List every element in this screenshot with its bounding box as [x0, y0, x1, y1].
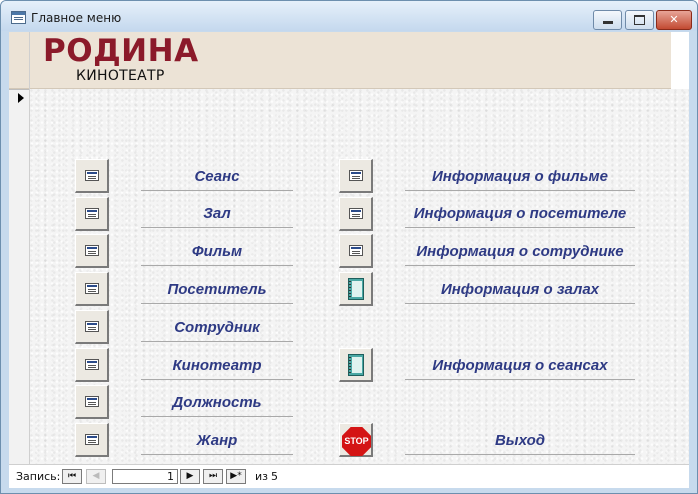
maximize-button[interactable]: [625, 10, 654, 30]
next-record-button[interactable]: ▶: [180, 469, 200, 484]
form-icon: [85, 434, 99, 445]
notebook-icon: [348, 278, 364, 300]
menu-label-posetitel: Посетитель: [141, 276, 293, 304]
open-form-button-sotrudnik[interactable]: [75, 310, 109, 344]
menu-label-sotrudnik: Сотрудник: [141, 314, 293, 342]
of-label: из: [255, 470, 268, 483]
menu-label-zal: Зал: [141, 200, 293, 228]
open-form-button-seans[interactable]: [75, 159, 109, 193]
menu-label-visitor-info: Информация о посетителе: [405, 200, 635, 228]
menu-label-zhanr: Жанр: [141, 427, 293, 455]
menu-label-halls-info: Информация о залах: [405, 276, 635, 304]
form-window-icon: [11, 11, 26, 24]
previous-record-icon: ◀: [92, 471, 100, 481]
current-record-field[interactable]: 1: [112, 469, 178, 484]
form-icon: [85, 208, 99, 219]
close-button[interactable]: ✕: [656, 10, 692, 30]
menu-label-film-info: Информация о фильме: [405, 163, 635, 191]
open-form-button-zhanr[interactable]: [75, 423, 109, 457]
title-bar[interactable]: Главное меню ✕: [1, 1, 697, 31]
open-report-button-film-info[interactable]: [339, 159, 373, 193]
menu-label-sessions-info: Информация о сеансах: [405, 352, 635, 380]
form-icon: [85, 245, 99, 256]
form-icon: [85, 396, 99, 407]
last-record-button[interactable]: ⏭: [203, 469, 223, 484]
form-icon: [85, 283, 99, 294]
record-navigation-bar: Запись: ⏮ ◀ 1 ▶ ⏭ ▶* из 5: [9, 464, 689, 488]
previous-record-button[interactable]: ◀: [86, 469, 106, 484]
first-record-icon: ⏮: [67, 471, 77, 481]
open-form-button-film[interactable]: [75, 234, 109, 268]
open-form-button-zal[interactable]: [75, 197, 109, 231]
main-menu-window: Главное меню ✕ РОДИНА КИНОТЕАТР Сеанс За…: [0, 0, 698, 494]
form-icon: [85, 321, 99, 332]
last-record-icon: ⏭: [208, 471, 218, 481]
current-record-pointer-icon: [18, 93, 24, 103]
stop-icon: STOP: [342, 427, 371, 456]
menu-label-exit: Выход: [405, 427, 635, 455]
close-icon: ✕: [669, 13, 679, 26]
first-record-button[interactable]: ⏮: [62, 469, 82, 484]
exit-button[interactable]: STOP: [339, 423, 373, 457]
notebook-icon: [348, 354, 364, 376]
form-detail-section: Сеанс Зал Фильм Посетитель Сотрудник Кин…: [30, 89, 689, 464]
record-selector[interactable]: [9, 89, 29, 464]
menu-label-kinoteatr: Кинотеатр: [141, 352, 293, 380]
brand-title: РОДИНА: [43, 33, 199, 69]
new-record-button[interactable]: ▶*: [226, 469, 246, 484]
open-report-button-employee-info[interactable]: [339, 234, 373, 268]
menu-label-dolzhnost: Должность: [141, 389, 293, 417]
form-icon: [349, 208, 363, 219]
form-icon: [349, 170, 363, 181]
menu-label-film: Фильм: [141, 238, 293, 266]
open-report-button-halls-info[interactable]: [339, 272, 373, 306]
window-title: Главное меню: [31, 11, 122, 25]
form-icon: [85, 170, 99, 181]
open-form-button-posetitel[interactable]: [75, 272, 109, 306]
form-icon: [85, 359, 99, 370]
menu-label-employee-info: Информация о сотруднике: [405, 238, 635, 266]
minimize-icon: [602, 21, 613, 24]
menu-label-seans: Сеанс: [141, 163, 293, 191]
form-client-area: РОДИНА КИНОТЕАТР Сеанс Зал Фильм Посетит…: [9, 32, 689, 488]
maximize-icon: [634, 15, 645, 25]
open-form-button-kinoteatr[interactable]: [75, 348, 109, 382]
new-record-icon: ▶*: [230, 471, 242, 481]
record-label: Запись:: [16, 470, 61, 483]
form-header: РОДИНА КИНОТЕАТР: [9, 32, 671, 89]
total-records: 5: [271, 470, 278, 483]
form-icon: [349, 245, 363, 256]
record-selector-bar: [9, 32, 30, 464]
open-form-button-dolzhnost[interactable]: [75, 385, 109, 419]
minimize-button[interactable]: [593, 10, 622, 30]
open-report-button-sessions-info[interactable]: [339, 348, 373, 382]
brand-subtitle: КИНОТЕАТР: [76, 68, 165, 84]
open-report-button-visitor-info[interactable]: [339, 197, 373, 231]
next-record-icon: ▶: [186, 471, 194, 481]
